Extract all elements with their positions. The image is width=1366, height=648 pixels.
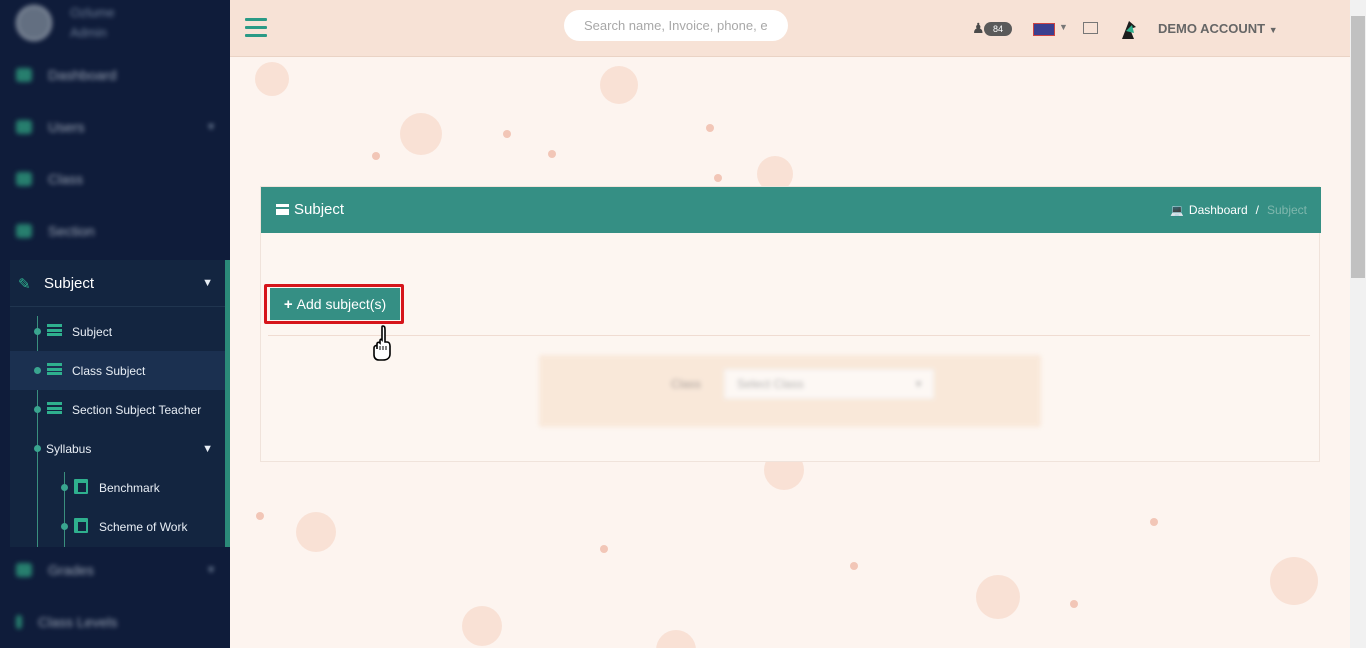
chevron-down-icon: ▼ xyxy=(1268,25,1278,35)
account-name: DEMO ACCOUNT xyxy=(1158,21,1266,36)
stack-icon xyxy=(47,363,62,378)
sidebar-item-grades[interactable]: Grades ▼ xyxy=(0,550,230,590)
stack-icon xyxy=(47,402,62,417)
chevron-down-icon: ▼ xyxy=(206,564,216,576)
chevron-down-icon: ▼ xyxy=(914,379,923,389)
sidebar-item-section[interactable]: Section xyxy=(0,211,230,251)
sidebar-item-dashboard[interactable]: Dashboard xyxy=(0,55,230,95)
sidebar-item-class[interactable]: Class xyxy=(0,159,230,199)
sidebar-item-scheme-of-work[interactable]: Scheme of Work xyxy=(10,507,225,546)
sidebar-item-label: Grades xyxy=(48,562,94,578)
breadcrumb-separator: / xyxy=(1255,203,1259,217)
avatar xyxy=(16,5,52,41)
uk-flag-icon[interactable] xyxy=(1033,23,1055,36)
sidebar-item-label: Benchmark xyxy=(99,480,160,495)
tree-dot xyxy=(34,328,41,335)
tree-dot xyxy=(34,445,41,452)
account-menu[interactable]: DEMO ACCOUNT ▼ xyxy=(1158,21,1278,36)
sidebar-item-subject[interactable]: ✎ Subject ▼ xyxy=(10,260,225,307)
hand-cursor-icon xyxy=(373,325,391,361)
page-title: Subject xyxy=(276,201,344,218)
sidebar-item-label: Users xyxy=(48,119,85,135)
sidebar-item-label: Class xyxy=(48,171,84,187)
profile-name: Ozlume xyxy=(70,5,115,20)
sidebar: Ozlume Admin Dashboard Users ▼ Class Sec… xyxy=(0,0,230,648)
sidebar-item-class-subject[interactable]: Class Subject xyxy=(10,351,225,390)
add-subject-label: Add subject(s) xyxy=(296,296,387,312)
sidebar-item-label: Section Subject Teacher xyxy=(72,402,202,417)
document-icon xyxy=(74,479,88,497)
stack-icon xyxy=(47,324,62,339)
sidebar-item-label: Dashboard xyxy=(48,67,117,83)
breadcrumb-dashboard[interactable]: Dashboard xyxy=(1189,203,1248,217)
sidebar-item-label: Subject xyxy=(72,324,113,339)
profile-role: Admin xyxy=(70,25,107,40)
tree-dot xyxy=(61,484,68,491)
dashboard-icon xyxy=(16,68,32,82)
class-filter-panel: Class Select Class ▼ xyxy=(539,355,1041,427)
top-bar: ♟ 84 ▼ DEMO ACCOUNT ▼ xyxy=(230,0,1350,57)
document-icon xyxy=(74,518,88,536)
sidebar-item-class-levels[interactable]: Class Levels xyxy=(0,602,230,642)
sidebar-item-section-subject-teacher[interactable]: Section Subject Teacher xyxy=(10,390,225,429)
account-avatar-icon[interactable] xyxy=(1118,17,1140,41)
section-icon xyxy=(16,224,32,238)
chevron-down-icon: ▼ xyxy=(1059,22,1068,32)
envelope-icon[interactable] xyxy=(1083,22,1098,34)
sidebar-profile[interactable]: Ozlume Admin xyxy=(16,0,115,46)
class-filter-label: Class xyxy=(671,377,702,391)
grades-icon xyxy=(16,563,32,577)
sidebar-item-subject-list[interactable]: Subject xyxy=(10,312,225,351)
tree-dot xyxy=(34,367,41,374)
sidebar-item-label: Class Subject xyxy=(72,363,146,378)
card-header: Subject 💻 Dashboard / Subject xyxy=(261,187,1321,233)
add-subject-button[interactable]: + Add subject(s) xyxy=(270,288,400,320)
class-levels-icon xyxy=(16,615,22,629)
edit-icon: ✎ xyxy=(18,276,31,293)
sidebar-item-label: Class Levels xyxy=(38,614,118,630)
sidebar-item-benchmark[interactable]: Benchmark xyxy=(10,468,225,507)
chevron-down-icon: ▼ xyxy=(202,277,213,289)
breadcrumb: 💻 Dashboard / Subject xyxy=(1170,203,1307,217)
class-select[interactable]: Select Class ▼ xyxy=(724,369,934,399)
page-title-text: Subject xyxy=(294,201,345,218)
chevron-down-icon: ▼ xyxy=(202,442,213,455)
users-icon xyxy=(16,120,32,134)
subject-submenu: ✎ Subject ▼ Subject Class Subject Sectio… xyxy=(10,260,230,547)
chevron-down-icon: ▼ xyxy=(206,121,216,133)
sidebar-item-label: Subject xyxy=(44,274,95,292)
sidebar-item-users[interactable]: Users ▼ xyxy=(0,107,230,147)
scrollbar-thumb[interactable] xyxy=(1351,16,1365,278)
class-select-value: Select Class xyxy=(737,377,804,391)
divider xyxy=(268,335,1310,336)
search-input[interactable] xyxy=(564,10,788,41)
laptop-icon: 💻 xyxy=(1170,204,1184,217)
notification-badge: 84 xyxy=(984,22,1012,36)
class-icon xyxy=(16,172,32,186)
breadcrumb-current: Subject xyxy=(1266,203,1307,217)
sidebar-item-label: Syllabus xyxy=(46,441,92,456)
tree-dot xyxy=(61,523,68,530)
bell-icon[interactable]: ♟ xyxy=(972,20,985,37)
sidebar-item-syllabus[interactable]: Syllabus ▼ xyxy=(10,429,225,468)
tree-dot xyxy=(34,406,41,413)
sidebar-item-label: Scheme of Work xyxy=(99,519,188,534)
stack-icon xyxy=(276,204,289,215)
hamburger-menu-icon[interactable] xyxy=(245,18,267,38)
sidebar-item-label: Section xyxy=(48,223,95,239)
plus-icon: + xyxy=(283,295,293,313)
